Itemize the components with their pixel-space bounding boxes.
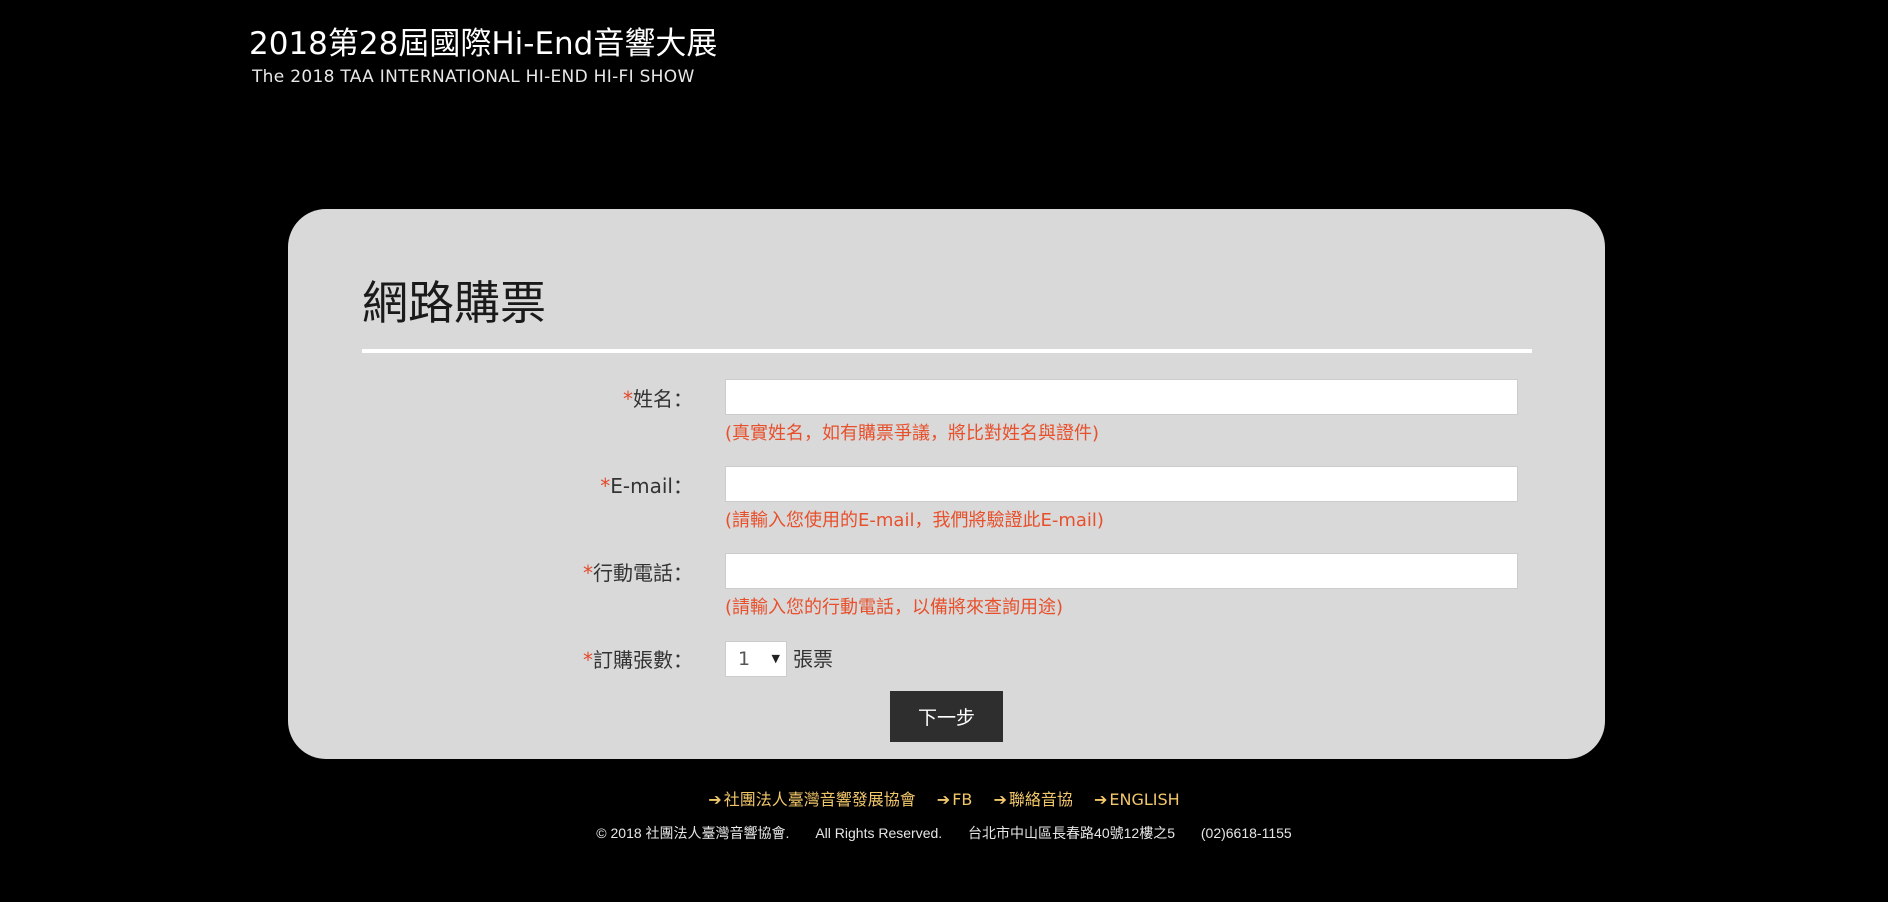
footer-copyright: © 2018 社團法人臺灣音響協會. All Rights Reserved. … xyxy=(0,823,1888,843)
footer-link-label: 社團法人臺灣音響發展協會 xyxy=(723,790,916,809)
email-hint: (請輸入您使用的E-mail，我們將驗證此E-mail) xyxy=(725,510,1104,531)
phone-input[interactable] xyxy=(725,553,1518,589)
logo-title: 2018第28屆國際Hi-End音響大展 xyxy=(249,26,718,62)
copyright-text: © 2018 社團法人臺灣音響協會. xyxy=(596,825,790,841)
logo-subtitle: The 2018 TAA INTERNATIONAL HI-END HI-FI … xyxy=(252,67,695,87)
arrow-right-icon: ➔ xyxy=(936,790,951,809)
footer-link-label: FB xyxy=(952,790,973,809)
page: 2018第28屆國際Hi-End音響大展 The 2018 TAA INTERN… xyxy=(0,0,1888,902)
email-label-text: E-mail： xyxy=(610,474,693,498)
address-text: 台北市中山區長春路40號12樓之5 xyxy=(968,825,1175,841)
name-hint: (真實姓名，如有購票爭議，將比對姓名與證件) xyxy=(725,423,1100,444)
email-input[interactable] xyxy=(725,466,1518,502)
phone-label: *行動電話： xyxy=(583,554,693,592)
quantity-select[interactable]: 1 ▼ xyxy=(725,641,787,677)
required-mark: * xyxy=(583,648,593,672)
quantity-unit: 張票 xyxy=(793,647,833,671)
footer-link-fb[interactable]: ➔ FB xyxy=(937,789,973,811)
ticket-form-panel: 網路購票 *姓名： (真實姓名，如有購票爭議，將比對姓名與證件) *E-mail… xyxy=(288,209,1605,759)
phone-text: (02)6618-1155 xyxy=(1200,825,1292,841)
required-mark: * xyxy=(600,474,611,498)
required-mark: * xyxy=(583,561,593,585)
name-label: *姓名： xyxy=(623,380,693,418)
email-label: *E-mail： xyxy=(600,467,693,505)
required-mark: * xyxy=(623,387,633,411)
name-label-text: 姓名： xyxy=(633,387,693,411)
arrow-right-icon: ➔ xyxy=(708,790,722,809)
phone-label-text: 行動電話： xyxy=(593,561,693,585)
quantity-label: *訂購張數： xyxy=(583,641,693,679)
caret-down-icon: ▼ xyxy=(771,652,780,665)
next-step-button[interactable]: 下一步 xyxy=(890,691,1003,742)
title-divider xyxy=(362,349,1532,353)
quantity-label-text: 訂購張數： xyxy=(593,648,693,672)
footer-link-label: 聯絡音協 xyxy=(1008,790,1073,809)
footer-link-label: ENGLISH xyxy=(1109,790,1180,809)
quantity-selected-value: 1 xyxy=(738,648,751,670)
site-logo[interactable]: 2018第28屆國際Hi-End音響大展 The 2018 TAA INTERN… xyxy=(249,24,717,88)
phone-hint: (請輸入您的行動電話，以備將來查詢用途) xyxy=(725,597,1064,618)
rights-text: All Rights Reserved. xyxy=(815,825,943,841)
footer-nav: ➔ 社團法人臺灣音響發展協會 ➔ FB ➔ 聯絡音協 ➔ ENGLISH xyxy=(0,789,1888,811)
footer-link-contact[interactable]: ➔ 聯絡音協 xyxy=(993,789,1072,811)
arrow-right-icon: ➔ xyxy=(1094,790,1108,809)
name-input[interactable] xyxy=(725,379,1518,415)
footer-link-english[interactable]: ➔ ENGLISH xyxy=(1094,789,1180,811)
page-title: 網路購票 xyxy=(362,276,546,330)
footer-link-association[interactable]: ➔ 社團法人臺灣音響發展協會 xyxy=(708,789,915,811)
arrow-right-icon: ➔ xyxy=(993,790,1007,809)
